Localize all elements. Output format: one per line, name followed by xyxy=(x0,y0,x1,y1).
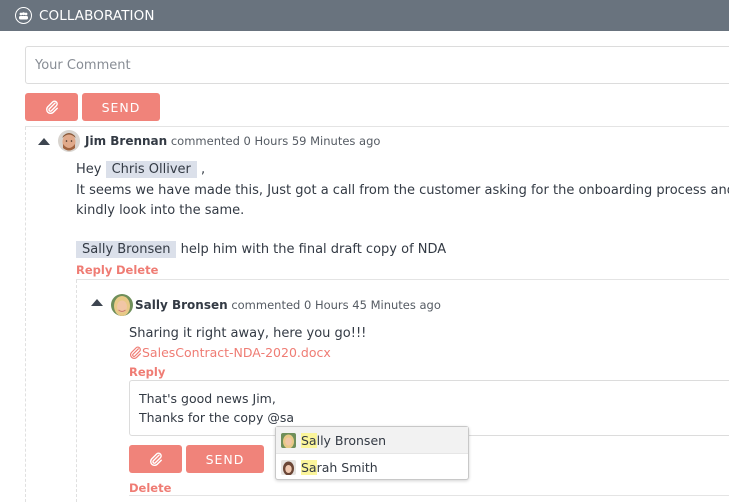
send-button-label: SEND xyxy=(101,99,141,115)
comment-input-placeholder: Your Comment xyxy=(35,58,131,73)
thread-line xyxy=(25,127,26,502)
collaboration-header: COLLABORATION xyxy=(0,0,729,31)
comment-input[interactable]: Your Comment xyxy=(25,46,729,84)
reply-send-button-label: SEND xyxy=(205,451,245,467)
group-icon xyxy=(15,7,32,24)
mention-sally-bronsen[interactable]: Sally Bronsen xyxy=(76,241,177,258)
collapse-caret-icon[interactable] xyxy=(91,299,103,306)
attachment-filename: SalesContract-NDA-2020.docx xyxy=(142,345,331,360)
divider xyxy=(25,126,729,127)
divider xyxy=(76,279,729,280)
reply-meta: Sally Bronsen commented 0 Hours 45 Minut… xyxy=(135,298,441,312)
avatar-sarah-smith xyxy=(281,459,296,475)
attachment-link[interactable]: SalesContract-NDA-2020.docx xyxy=(129,345,331,360)
reply-textarea-line-2: Thanks for the copy @sa xyxy=(139,408,729,427)
paperclip-icon xyxy=(130,346,141,359)
section-title: COLLABORATION xyxy=(39,7,155,24)
mention-suggestions: Sa lly Bronsen Sa rah Smith xyxy=(275,426,469,480)
comment-line-4-text: help him with the final draft copy of ND… xyxy=(180,242,447,257)
suggestion-match: Sa xyxy=(301,459,317,475)
send-button[interactable]: SEND xyxy=(82,93,160,121)
suggestion-rest: rah Smith xyxy=(316,459,378,475)
reply-thread-line xyxy=(76,280,77,502)
comment-line-4: Sally Bronsen help him with the final dr… xyxy=(76,241,447,258)
delete-link[interactable]: Delete xyxy=(129,481,171,495)
comment-meta: Jim Brennan commented 0 Hours 59 Minutes… xyxy=(85,134,380,148)
delete-link[interactable]: Delete xyxy=(116,263,158,277)
suggestion-rest: lly Bronsen xyxy=(316,432,387,448)
reply-attach-button[interactable] xyxy=(129,445,182,473)
comment-line-3: kindly look into the same. xyxy=(76,203,245,218)
suggestion-match: Sa xyxy=(301,432,317,448)
paperclip-icon xyxy=(45,100,58,114)
reply-timestamp: commented 0 Hours 45 Minutes ago xyxy=(231,298,441,312)
suggestion-sally-bronsen[interactable]: Sa lly Bronsen xyxy=(276,427,468,454)
greeting-suffix: , xyxy=(201,162,206,177)
reply-text: Sharing it right away, here you go!!! xyxy=(129,326,367,341)
comment-line-2: It seems we have made this, Just got a c… xyxy=(76,183,729,198)
avatar-sally-bronsen xyxy=(281,432,296,448)
collapse-caret-icon[interactable] xyxy=(38,138,50,145)
greeting-text: Hey xyxy=(76,162,102,177)
mention-query: sa xyxy=(279,410,295,425)
avatar-sally-bronsen xyxy=(111,294,133,316)
reply-send-button[interactable]: SEND xyxy=(186,445,264,473)
divider xyxy=(129,495,729,496)
reply-link[interactable]: Reply xyxy=(76,263,112,277)
suggestion-sarah-smith[interactable]: Sa rah Smith xyxy=(276,454,468,480)
comment-timestamp: commented 0 Hours 59 Minutes ago xyxy=(170,134,381,148)
reply-line-2-prefix: Thanks for the copy @ xyxy=(139,410,280,425)
reply-textarea-line-1: That's good news Jim, xyxy=(139,391,276,406)
mention-chris-olliver[interactable]: Chris Olliver xyxy=(105,161,197,178)
comment-author[interactable]: Jim Brennan xyxy=(85,134,167,148)
reply-author[interactable]: Sally Bronsen xyxy=(135,298,228,312)
avatar-jim-brennan xyxy=(58,130,80,152)
comment-line-1: Hey Chris Olliver , xyxy=(76,161,206,178)
paperclip-icon xyxy=(149,452,162,466)
reply-link[interactable]: Reply xyxy=(129,365,165,379)
attach-button[interactable] xyxy=(25,93,78,121)
